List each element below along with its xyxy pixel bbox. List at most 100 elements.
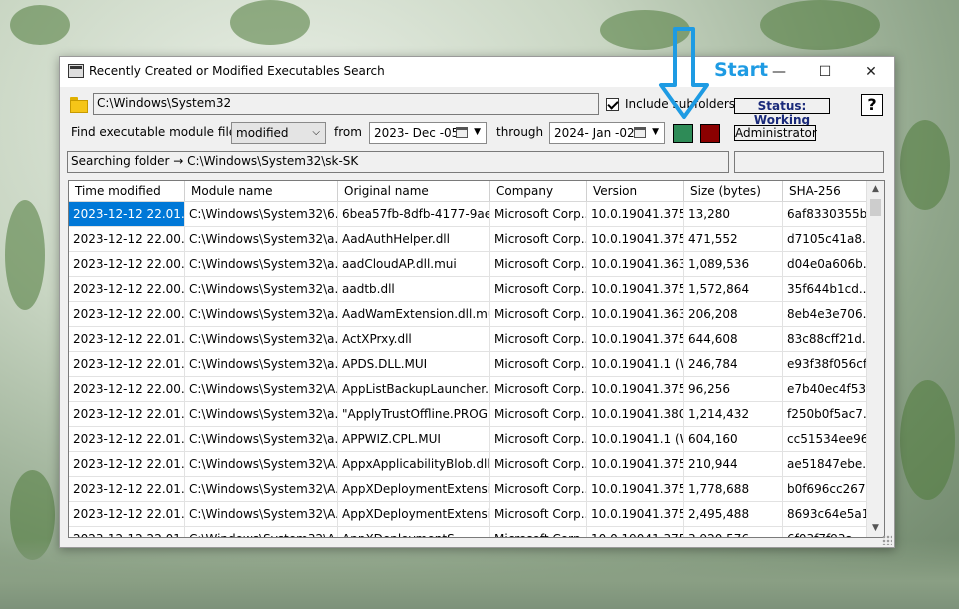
table-cell: 2023-12-12 22.00.30 — [69, 302, 185, 326]
maximize-button[interactable]: ☐ — [802, 57, 848, 87]
table-cell: aadCloudAP.dll.mui — [338, 252, 490, 276]
table-cell: 1,214,432 — [684, 402, 783, 426]
table-cell: AadAuthHelper.dll — [338, 227, 490, 251]
table-cell: 644,608 — [684, 327, 783, 351]
table-row[interactable]: 2023-12-12 22.01.10C:\Windows\System32\6… — [69, 202, 867, 227]
table-cell: C:\Windows\System32\a... — [185, 277, 338, 301]
start-search-button[interactable] — [673, 124, 693, 143]
start-arrow-icon — [659, 27, 709, 119]
table-cell: AadWamExtension.dll.mui — [338, 302, 490, 326]
vertical-scrollbar[interactable]: ▲ ▼ — [866, 181, 884, 537]
table-row[interactable]: 2023-12-12 22.01.10C:\Windows\System32\a… — [69, 402, 867, 427]
results-table[interactable]: Time modified Module name Original name Com… — [68, 180, 885, 538]
dropdown-arrow-icon: ▼ — [474, 127, 481, 137]
table-cell: 10.0.19041.3758... — [587, 202, 684, 226]
column-header[interactable]: SHA-256 — [783, 181, 867, 201]
table-row[interactable]: 2023-12-12 22.01.09C:\Windows\System32\a… — [69, 327, 867, 352]
table-cell: 1,089,536 — [684, 252, 783, 276]
from-label: from — [334, 125, 362, 139]
table-cell: 604,160 — [684, 427, 783, 451]
column-header[interactable]: Company — [490, 181, 587, 201]
include-subfolders-checkbox[interactable] — [606, 98, 619, 111]
table-cell: 2023-12-12 22.01.10 — [69, 502, 185, 526]
table-row[interactable]: 2023-12-12 22.00.30C:\Windows\System32\a… — [69, 252, 867, 277]
table-row[interactable]: 2023-12-12 22.00.30C:\Windows\System32\a… — [69, 302, 867, 327]
table-cell: AppxApplicabilityBlob.dll — [338, 452, 490, 476]
column-header[interactable]: Module name — [185, 181, 338, 201]
table-cell: 2023-12-12 22.01.10 — [69, 402, 185, 426]
table-cell: C:\Windows\System32\A... — [185, 377, 338, 401]
table-cell: C:\Windows\System32\a... — [185, 427, 338, 451]
table-cell: d7105c41a8... — [783, 227, 867, 251]
table-cell: 2023-12-12 22.00.27 — [69, 377, 185, 401]
table-cell: Microsoft Corp... — [490, 452, 587, 476]
table-cell: 10.0.19041.3758... — [587, 527, 684, 537]
table-row[interactable]: 2023-12-12 22.01.10C:\Windows\System32\A… — [69, 527, 867, 537]
table-cell: 10.0.19041.3636... — [587, 302, 684, 326]
mode-select[interactable]: modified ⌵ — [231, 122, 326, 144]
table-cell: 2023-12-12 22.01.10 — [69, 477, 185, 501]
table-cell: 2,495,488 — [684, 502, 783, 526]
table-cell: C:\Windows\System32\a... — [185, 327, 338, 351]
table-cell: AppListBackupLauncher.dll — [338, 377, 490, 401]
table-row[interactable]: 2023-12-12 22.00.30C:\Windows\System32\a… — [69, 277, 867, 302]
title-bar[interactable]: Recently Created or Modified Executables… — [60, 57, 894, 87]
table-row[interactable]: 2023-12-12 22.01.25C:\Windows\System32\a… — [69, 352, 867, 377]
table-cell: b0f696cc267... — [783, 477, 867, 501]
table-row[interactable]: 2023-12-12 22.01.10C:\Windows\System32\A… — [69, 502, 867, 527]
table-cell: e93f38f056cf... — [783, 352, 867, 376]
table-row[interactable]: 2023-12-12 22.01.10C:\Windows\System32\A… — [69, 477, 867, 502]
from-date-picker[interactable]: 2023- Dec -05 ▼ — [369, 122, 487, 144]
table-cell: 10.0.19041.3758... — [587, 277, 684, 301]
calendar-icon — [634, 127, 646, 138]
table-cell: 10.0.19041.1 (W... — [587, 352, 684, 376]
table-cell: C:\Windows\System32\A... — [185, 527, 338, 537]
resize-grip-icon[interactable] — [882, 535, 892, 545]
through-date-picker[interactable]: 2024- Jan -02 ▼ — [549, 122, 665, 144]
table-row[interactable]: 2023-12-12 22.00.30C:\Windows\System32\a… — [69, 227, 867, 252]
table-cell: Microsoft Corp... — [490, 202, 587, 226]
table-cell: C:\Windows\System32\a... — [185, 302, 338, 326]
table-cell: e7b40ec4f53... — [783, 377, 867, 401]
column-header[interactable]: Original name — [338, 181, 490, 201]
table-cell: 246,784 — [684, 352, 783, 376]
table-cell: Microsoft Corp... — [490, 352, 587, 376]
table-cell: 2023-12-12 22.00.30 — [69, 277, 185, 301]
table-cell: 10.0.19041.3758... — [587, 502, 684, 526]
column-header[interactable]: Size (bytes) — [684, 181, 783, 201]
table-cell: "ApplyTrustOffline.PROG... — [338, 402, 490, 426]
dropdown-arrow-icon: ▼ — [652, 127, 659, 137]
table-cell: 6f03f7f93a... — [783, 527, 867, 537]
table-cell: Microsoft Corp... — [490, 402, 587, 426]
table-row[interactable]: 2023-12-12 22.01.10C:\Windows\System32\A… — [69, 452, 867, 477]
table-cell: C:\Windows\System32\A... — [185, 477, 338, 501]
table-cell: f250b0f5ac7... — [783, 402, 867, 426]
help-button[interactable]: ? — [861, 94, 883, 116]
table-cell: ae51847ebe... — [783, 452, 867, 476]
table-cell: 471,552 — [684, 227, 783, 251]
table-cell: 2023-12-12 22.00.30 — [69, 252, 185, 276]
table-row[interactable]: 2023-12-12 22.00.27C:\Windows\System32\A… — [69, 377, 867, 402]
calendar-icon — [456, 127, 468, 138]
minimize-button[interactable]: — — [756, 57, 802, 87]
table-cell: ActXPrxy.dll — [338, 327, 490, 351]
scroll-up-icon[interactable]: ▲ — [867, 181, 884, 198]
scroll-thumb[interactable] — [870, 199, 881, 216]
table-row[interactable]: 2023-12-12 22.01.25C:\Windows\System32\a… — [69, 427, 867, 452]
column-header[interactable]: Version — [587, 181, 684, 201]
table-cell: aadtb.dll — [338, 277, 490, 301]
table-cell: APPWIZ.CPL.MUI — [338, 427, 490, 451]
through-label: through — [496, 125, 544, 139]
table-cell: APDS.DLL.MUI — [338, 352, 490, 376]
table-cell: 1,572,864 — [684, 277, 783, 301]
stop-search-button[interactable] — [700, 124, 720, 143]
table-cell: Microsoft Corp... — [490, 277, 587, 301]
folder-icon[interactable] — [70, 97, 88, 113]
folder-path-field[interactable]: C:\Windows\System32 — [93, 93, 599, 115]
chevron-down-icon: ⌵ — [312, 127, 320, 138]
table-cell: 6af8330355b... — [783, 202, 867, 226]
close-button[interactable]: ✕ — [848, 57, 894, 87]
column-header[interactable]: Time modified — [69, 181, 185, 201]
table-cell: 10.0.19041.3636... — [587, 252, 684, 276]
table-cell: 10.0.19041.3758... — [587, 227, 684, 251]
